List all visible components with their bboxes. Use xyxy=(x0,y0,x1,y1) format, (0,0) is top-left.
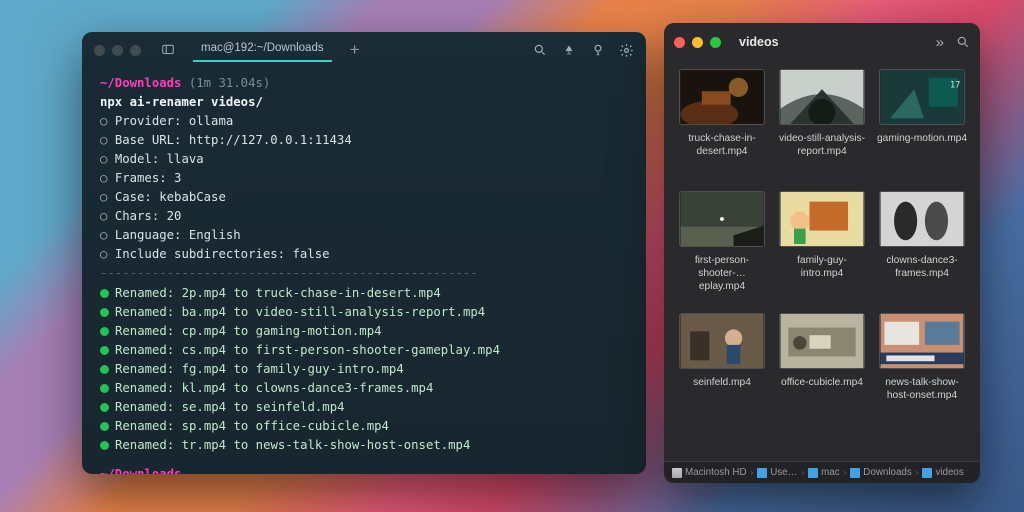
maximize-button[interactable] xyxy=(130,45,141,56)
terminal-output[interactable]: ~/Downloads (1m 31.04s) npx ai-renamer v… xyxy=(82,68,646,474)
path-segment[interactable]: Use… xyxy=(757,467,797,478)
prompt-path: ~/Downloads xyxy=(100,76,181,90)
folder-icon xyxy=(808,468,818,478)
file-thumbnail xyxy=(679,191,765,247)
finder-title: videos xyxy=(739,35,779,49)
svg-text:17: 17 xyxy=(950,80,960,90)
file-name: family-guy-intro.mp4 xyxy=(776,255,868,281)
rename-line: Renamed: kl.mp4 to clowns-dance3-frames.… xyxy=(100,379,628,398)
file-thumbnail xyxy=(779,313,865,369)
file-name: office-cubicle.mp4 xyxy=(781,377,863,390)
file-thumbnail: 17 xyxy=(879,69,965,125)
maximize-button[interactable] xyxy=(710,37,721,48)
file-thumbnail xyxy=(879,191,965,247)
file-name: truck-chase-in-desert.mp4 xyxy=(676,133,768,159)
file-item[interactable]: news-talk-show-host-onset.mp4 xyxy=(874,313,970,429)
window-controls xyxy=(94,45,141,56)
chevron-right-icon: › xyxy=(916,468,919,477)
settings-icon[interactable] xyxy=(619,43,634,58)
rename-line: Renamed: se.mp4 to seinfeld.mp4 xyxy=(100,398,628,417)
rename-line: Renamed: cs.mp4 to first-person-shooter-… xyxy=(100,341,628,360)
new-tab-button[interactable]: + xyxy=(340,40,370,60)
chevron-right-icon: › xyxy=(844,468,847,477)
file-item[interactable]: office-cubicle.mp4 xyxy=(774,313,870,429)
lightbulb-icon[interactable] xyxy=(590,43,605,58)
command-line: npx ai-renamer videos/ xyxy=(100,93,628,112)
terminal-titlebar: mac@192:~/Downloads + xyxy=(82,32,646,68)
file-item[interactable]: 17 gaming-motion.mp4 xyxy=(874,69,970,185)
finder-path-bar[interactable]: Macintosh HD › Use… › mac › Downloads › videos xyxy=(664,461,980,483)
finder-icon-grid[interactable]: truck-chase-in-desert.mp4 video-still-ana… xyxy=(664,61,980,461)
rename-line: Renamed: fg.mp4 to family-guy-intro.mp4 xyxy=(100,360,628,379)
file-name: news-talk-show-host-onset.mp4 xyxy=(876,377,968,403)
rename-line: Renamed: cp.mp4 to gaming-motion.mp4 xyxy=(100,322,628,341)
config-line: Include subdirectories: false xyxy=(100,245,628,264)
terminal-toolbar xyxy=(532,43,634,58)
elapsed-time: (1m 31.04s) xyxy=(189,76,270,90)
rename-line: Renamed: sp.mp4 to office-cubicle.mp4 xyxy=(100,417,628,436)
chevron-right-icon: › xyxy=(801,468,804,477)
path-segment[interactable]: Macintosh HD xyxy=(672,467,747,478)
folder-icon xyxy=(757,468,767,478)
close-button[interactable] xyxy=(94,45,105,56)
path-label: videos xyxy=(935,467,963,478)
rename-line: Renamed: 2p.mp4 to truck-chase-in-desert… xyxy=(100,284,628,303)
path-label: Macintosh HD xyxy=(685,467,747,478)
path-segment[interactable]: videos xyxy=(922,467,963,478)
minimize-button[interactable] xyxy=(112,45,123,56)
more-icon[interactable]: » xyxy=(936,34,944,51)
file-thumbnail xyxy=(779,191,865,247)
file-name: clowns-dance3-frames.mp4 xyxy=(876,255,968,281)
tab-title: mac@192:~/Downloads xyxy=(201,42,324,54)
file-item[interactable]: video-still-analysis-report.mp4 xyxy=(774,69,870,185)
file-name: first-person-shooter-…eplay.mp4 xyxy=(676,255,768,293)
file-thumbnail xyxy=(679,69,765,125)
terminal-window: mac@192:~/Downloads + ~/Downloads (1m 31… xyxy=(82,32,646,474)
config-line: Language: English xyxy=(100,226,628,245)
config-line: Frames: 3 xyxy=(100,169,628,188)
file-item[interactable]: family-guy-intro.mp4 xyxy=(774,191,870,307)
disk-icon xyxy=(672,468,682,478)
file-name: gaming-motion.mp4 xyxy=(877,133,967,146)
search-icon[interactable] xyxy=(956,35,970,49)
minimize-button[interactable] xyxy=(692,37,703,48)
file-item[interactable]: first-person-shooter-…eplay.mp4 xyxy=(674,191,770,307)
finder-window: videos » truck-chase-in-desert.mp4 video-… xyxy=(664,23,980,483)
divider-line: ----------------------------------------… xyxy=(100,264,628,283)
file-name: video-still-analysis-report.mp4 xyxy=(776,133,868,159)
sidebar-toggle-icon[interactable] xyxy=(155,39,181,61)
config-line: Chars: 20 xyxy=(100,207,628,226)
terminal-tab[interactable]: mac@192:~/Downloads xyxy=(193,38,332,62)
file-item[interactable]: truck-chase-in-desert.mp4 xyxy=(674,69,770,185)
chevron-right-icon: › xyxy=(751,468,754,477)
close-button[interactable] xyxy=(674,37,685,48)
rename-line: Renamed: tr.mp4 to news-talk-show-host-o… xyxy=(100,436,628,455)
file-thumbnail xyxy=(679,313,765,369)
file-thumbnail xyxy=(879,313,965,369)
file-thumbnail xyxy=(779,69,865,125)
command-palette-icon[interactable] xyxy=(561,43,576,58)
prompt-path: ~/Downloads xyxy=(100,467,181,474)
config-line: Base URL: http://127.0.0.1:11434 xyxy=(100,131,628,150)
path-segment[interactable]: Downloads xyxy=(850,467,911,478)
file-name: seinfeld.mp4 xyxy=(693,377,751,390)
config-line: Model: llava xyxy=(100,150,628,169)
path-label: Use… xyxy=(770,467,797,478)
file-item[interactable]: seinfeld.mp4 xyxy=(674,313,770,429)
path-label: mac xyxy=(821,467,840,478)
path-label: Downloads xyxy=(863,467,911,478)
folder-icon xyxy=(922,468,932,478)
config-line: Provider: ollama xyxy=(100,112,628,131)
config-line: Case: kebabCase xyxy=(100,188,628,207)
file-item[interactable]: clowns-dance3-frames.mp4 xyxy=(874,191,970,307)
rename-line: Renamed: ba.mp4 to video-still-analysis-… xyxy=(100,303,628,322)
folder-icon xyxy=(850,468,860,478)
window-controls xyxy=(674,37,721,48)
path-segment[interactable]: mac xyxy=(808,467,840,478)
finder-titlebar: videos » xyxy=(664,23,980,61)
search-icon[interactable] xyxy=(532,43,547,58)
